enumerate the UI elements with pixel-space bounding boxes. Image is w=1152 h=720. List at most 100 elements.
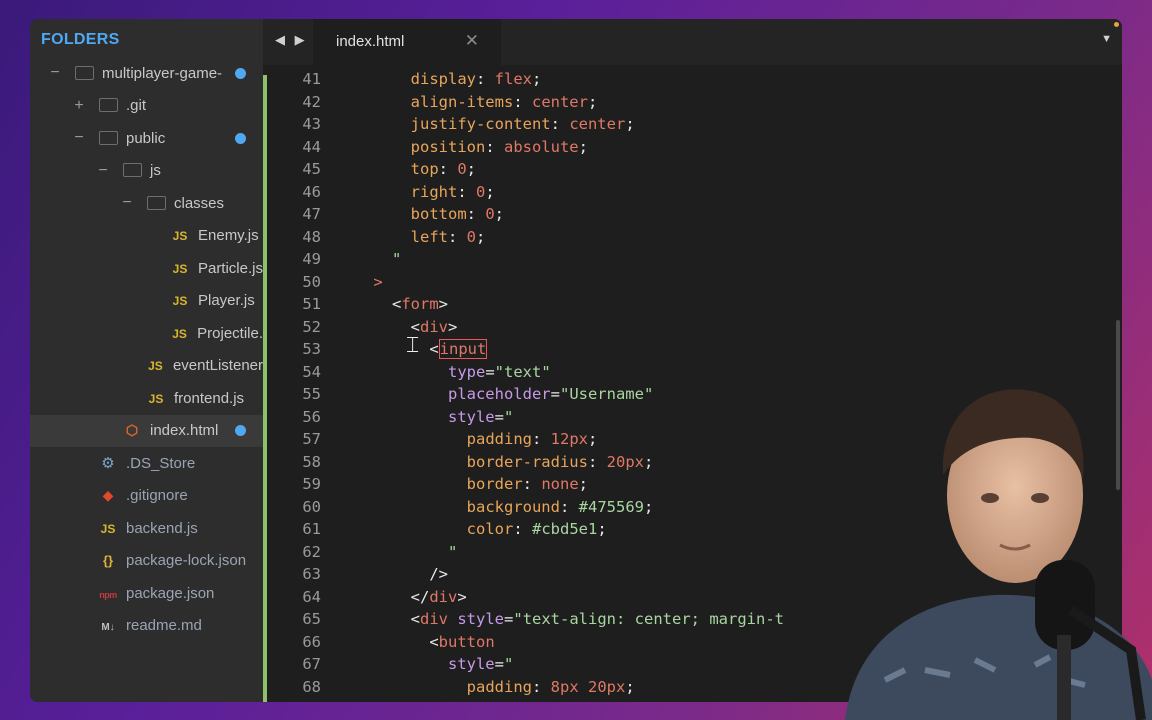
sidebar-item-label: .DS_Store [126, 454, 196, 472]
js-file-icon: JS [172, 294, 188, 309]
code-text: type="text" [447, 362, 551, 381]
js-file-icon: JS [172, 229, 188, 244]
line-number: 59 [302, 475, 321, 493]
sidebar-item-label: package-lock.json [126, 552, 247, 570]
sidebar-item-multiplayer-game[interactable]: − multiplayer-game- [30, 57, 263, 90]
collapse-icon[interactable]: − [120, 194, 134, 212]
folder-icon [98, 130, 118, 147]
modified-dot-icon [235, 67, 246, 79]
js-file-icon: JS [172, 261, 188, 276]
sidebar-item-gitignore[interactable]: ◆ .gitignore [30, 480, 263, 513]
sidebar-item-label: readme.md [126, 617, 202, 635]
line-number: 57 [302, 430, 321, 448]
line-number: 67 [302, 655, 321, 673]
sidebar-item-package-json[interactable]: npm package.json [30, 577, 263, 610]
sidebar: FOLDERS − multiplayer-game- + .git − public − j… [30, 19, 263, 702]
sidebar-item-backend-js[interactable]: JS backend.js [30, 512, 263, 545]
line-number: 55 [302, 385, 321, 403]
code-text: style=" [447, 655, 514, 673]
collapse-icon[interactable]: − [72, 129, 86, 147]
sidebar-title: FOLDERS [41, 31, 120, 48]
js-file-icon: JS [100, 521, 116, 536]
sidebar-item-player-js[interactable]: JS Player.js [30, 285, 263, 318]
line-number: 46 [302, 182, 321, 201]
folder-icon [146, 195, 166, 212]
code-text: left: 0; [410, 227, 486, 246]
modified-dot-icon [235, 132, 246, 144]
line-number: 52 [302, 317, 321, 336]
code-text: position: absolute; [410, 137, 588, 156]
code-text: placeholder="Username" [447, 385, 654, 403]
sidebar-item-particle-js[interactable]: JS Particle.js [30, 252, 263, 285]
git-icon: ◆ [102, 487, 114, 504]
sidebar-item-index-html[interactable]: ⬡ index.html [30, 414, 263, 447]
sidebar-item-eventlistener[interactable]: JS eventListener [30, 350, 263, 383]
line-number: 49 [302, 250, 321, 268]
code-text: style=" [447, 407, 514, 426]
code-text: " [392, 250, 402, 268]
markdown-icon: M↓ [101, 622, 115, 634]
tab-index-html[interactable]: index.html ✕ [313, 19, 501, 65]
file-tree: − multiplayer-game- + .git − public − js − classe… [30, 57, 263, 642]
line-number: 56 [302, 407, 321, 426]
line-number: 68 [302, 677, 321, 696]
line-number: 61 [302, 520, 321, 538]
line-number: 62 [302, 542, 321, 561]
code-text: padding: 12px; [466, 430, 598, 448]
js-file-icon: JS [148, 359, 163, 374]
sidebar-item-git[interactable]: + .git [30, 90, 263, 123]
code-text: border: none; [466, 475, 588, 493]
folder-icon [98, 97, 118, 114]
sidebar-item-readme-md[interactable]: M↓ readme.md [30, 610, 263, 643]
line-number: 64 [302, 587, 321, 606]
sidebar-item-label: public [126, 129, 166, 147]
code-text: <div> [410, 317, 458, 336]
line-number: 50 [302, 272, 321, 291]
code-text: color: #cbd5e1; [466, 520, 607, 538]
sidebar-item-label: js [150, 162, 161, 180]
close-icon[interactable]: ✕ [465, 31, 479, 51]
sidebar-item-classes[interactable]: − classes [30, 187, 263, 220]
collapse-icon[interactable]: − [96, 162, 110, 180]
sidebar-item-label: multiplayer-game- [102, 64, 223, 82]
sidebar-item-frontend-js[interactable]: JS frontend.js [30, 382, 263, 415]
folder-icon [74, 65, 94, 82]
tab-menu-icon[interactable]: ▼ [1101, 33, 1112, 45]
js-file-icon: JS [148, 391, 164, 406]
line-number: 58 [302, 452, 321, 471]
code-text: top: 0; [410, 160, 477, 178]
npm-icon: npm [99, 589, 117, 600]
sidebar-item-js[interactable]: − js [30, 155, 263, 188]
code-text: right: 0; [410, 182, 495, 201]
gear-icon: ⚙ [101, 455, 115, 473]
modified-dot-icon [235, 425, 246, 437]
line-number: 41 [302, 70, 321, 88]
sidebar-item-label: Player.js [198, 292, 255, 310]
line-number: 43 [302, 115, 321, 133]
sidebar-item-ds-store[interactable]: ⚙ .DS_Store [30, 447, 263, 480]
line-number: 54 [302, 362, 321, 381]
sidebar-item-enemy-js[interactable]: JS Enemy.js [30, 220, 263, 253]
sidebar-item-label: frontend.js [174, 389, 245, 407]
collapse-icon[interactable]: − [48, 64, 62, 82]
line-number: 63 [302, 565, 321, 583]
line-number: 42 [302, 92, 321, 111]
code-text: display: flex; [410, 70, 542, 88]
code-text: <button [429, 632, 495, 651]
expand-icon[interactable]: + [72, 97, 86, 115]
sidebar-item-label: classes [174, 194, 225, 212]
tab-nav-arrows[interactable]: ◀ ▶ [275, 32, 308, 48]
sidebar-item-label: eventListener [172, 357, 263, 375]
sidebar-item-public[interactable]: − public [30, 122, 263, 155]
line-number: 47 [302, 205, 321, 223]
sidebar-item-label: Projectile. [197, 324, 263, 342]
code-text: align-items: center; [410, 92, 598, 111]
tab-label: index.html [336, 33, 405, 50]
sidebar-item-package-lock-json[interactable]: {} package-lock.json [30, 545, 263, 578]
sidebar-item-projectile[interactable]: JS Projectile. [30, 317, 263, 350]
code-text: justify-content: center; [410, 115, 635, 133]
line-number: 65 [302, 610, 321, 628]
line-number: 53 [302, 340, 321, 358]
sidebar-item-label: index.html [150, 422, 219, 440]
js-file-icon: JS [172, 326, 187, 341]
